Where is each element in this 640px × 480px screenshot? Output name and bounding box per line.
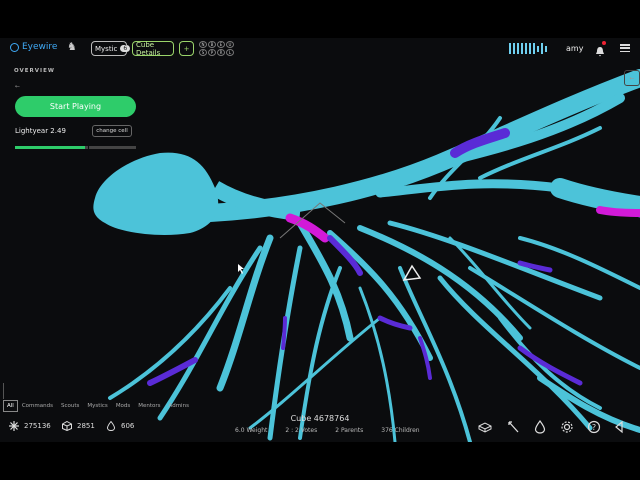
points-stat[interactable]: 275136 (9, 421, 51, 431)
cell-name: Lightyear 2.49 (15, 127, 66, 135)
letterbox-top (0, 0, 640, 38)
chat-tab-mentors[interactable]: Mentors (134, 400, 164, 412)
chat-tab-commands[interactable]: Commands (18, 400, 57, 412)
badge[interactable]: B (208, 41, 216, 48)
progress-divider (88, 146, 89, 149)
points-icon (9, 421, 19, 431)
start-playing-button[interactable]: Start Playing (15, 96, 136, 117)
badge[interactable]: L (226, 49, 234, 56)
cubes-stat[interactable]: 2851 (62, 421, 95, 431)
cube-votes: 2 : 2 Votes (285, 427, 318, 434)
chat-tab-admins[interactable]: Admins (165, 400, 193, 412)
chat-tab-mods[interactable]: Mods (112, 400, 134, 412)
badge[interactable]: R (217, 49, 225, 56)
badge[interactable]: E (217, 41, 225, 48)
rank-avatar-icon[interactable]: ♞ (67, 40, 83, 56)
collapse-icon[interactable] (612, 419, 626, 434)
trailblazes-stat[interactable]: 606 (106, 421, 134, 431)
game-viewport[interactable]: Eyewire ♞ Mystic 6 Cube Details + N B E … (0, 38, 640, 442)
add-button[interactable]: + (179, 41, 194, 56)
eyewire-logo-icon (10, 42, 19, 52)
drop-tool-icon[interactable] (533, 419, 547, 434)
cubes-value: 2851 (77, 422, 95, 430)
change-cell-button[interactable]: change cell (92, 125, 132, 137)
logo-text: Eyewire (22, 42, 58, 52)
hover-tool-icon[interactable] (478, 419, 492, 433)
points-value: 275136 (24, 422, 51, 430)
badge[interactable]: N (199, 41, 207, 48)
rank-count: 6 (120, 45, 131, 52)
back-icon[interactable]: ← (15, 83, 20, 90)
cube-children: 376 Children (381, 427, 420, 434)
side-panel-toggle[interactable]: ← (624, 70, 640, 86)
rank-label: Mystic (95, 44, 118, 53)
help-icon[interactable]: ? (587, 419, 601, 434)
svg-text:?: ? (592, 423, 596, 432)
chat-tab-all[interactable]: All (3, 400, 18, 412)
overview-title: OVERVIEW (14, 68, 55, 74)
chat-tab-mystics[interactable]: Mystics (83, 400, 111, 412)
username[interactable]: amy (566, 44, 583, 53)
wand-tool-icon[interactable] (506, 419, 520, 433)
letterbox-bottom (0, 442, 640, 480)
chat-tab-scouts[interactable]: Scouts (57, 400, 83, 412)
cube-parents: 2 Parents (335, 427, 364, 434)
cell-progress-fill (15, 146, 86, 149)
cube-details-button[interactable]: Cube Details (132, 41, 174, 57)
menu-icon[interactable] (620, 44, 630, 52)
bell-icon[interactable] (595, 41, 606, 57)
cube-stats: 6.0 Weight 2 : 2 Votes 2 Parents 376 Chi… (235, 427, 420, 434)
chat-divider (3, 383, 4, 399)
cell-progress-bar (15, 146, 136, 149)
top-bar: Eyewire ♞ Mystic 6 Cube Details + N B E … (0, 38, 640, 60)
rank-pill[interactable]: Mystic 6 (91, 41, 131, 56)
badge[interactable]: U (226, 41, 234, 48)
gear-icon[interactable] (560, 419, 574, 433)
achievement-badges[interactable]: N B E U S P R L (199, 41, 234, 56)
activity-meter-icon (509, 43, 547, 54)
cube-weight: 6.0 Weight (235, 427, 268, 434)
trailblazes-value: 606 (121, 422, 135, 430)
badge[interactable]: P (208, 49, 216, 56)
chat-tabs: All Commands Scouts Mystics Mods Mentors… (3, 400, 193, 412)
cube-icon (62, 421, 72, 431)
trailblaze-icon (106, 421, 116, 431)
badge[interactable]: S (199, 49, 207, 56)
eyewire-logo[interactable]: Eyewire (10, 42, 57, 52)
